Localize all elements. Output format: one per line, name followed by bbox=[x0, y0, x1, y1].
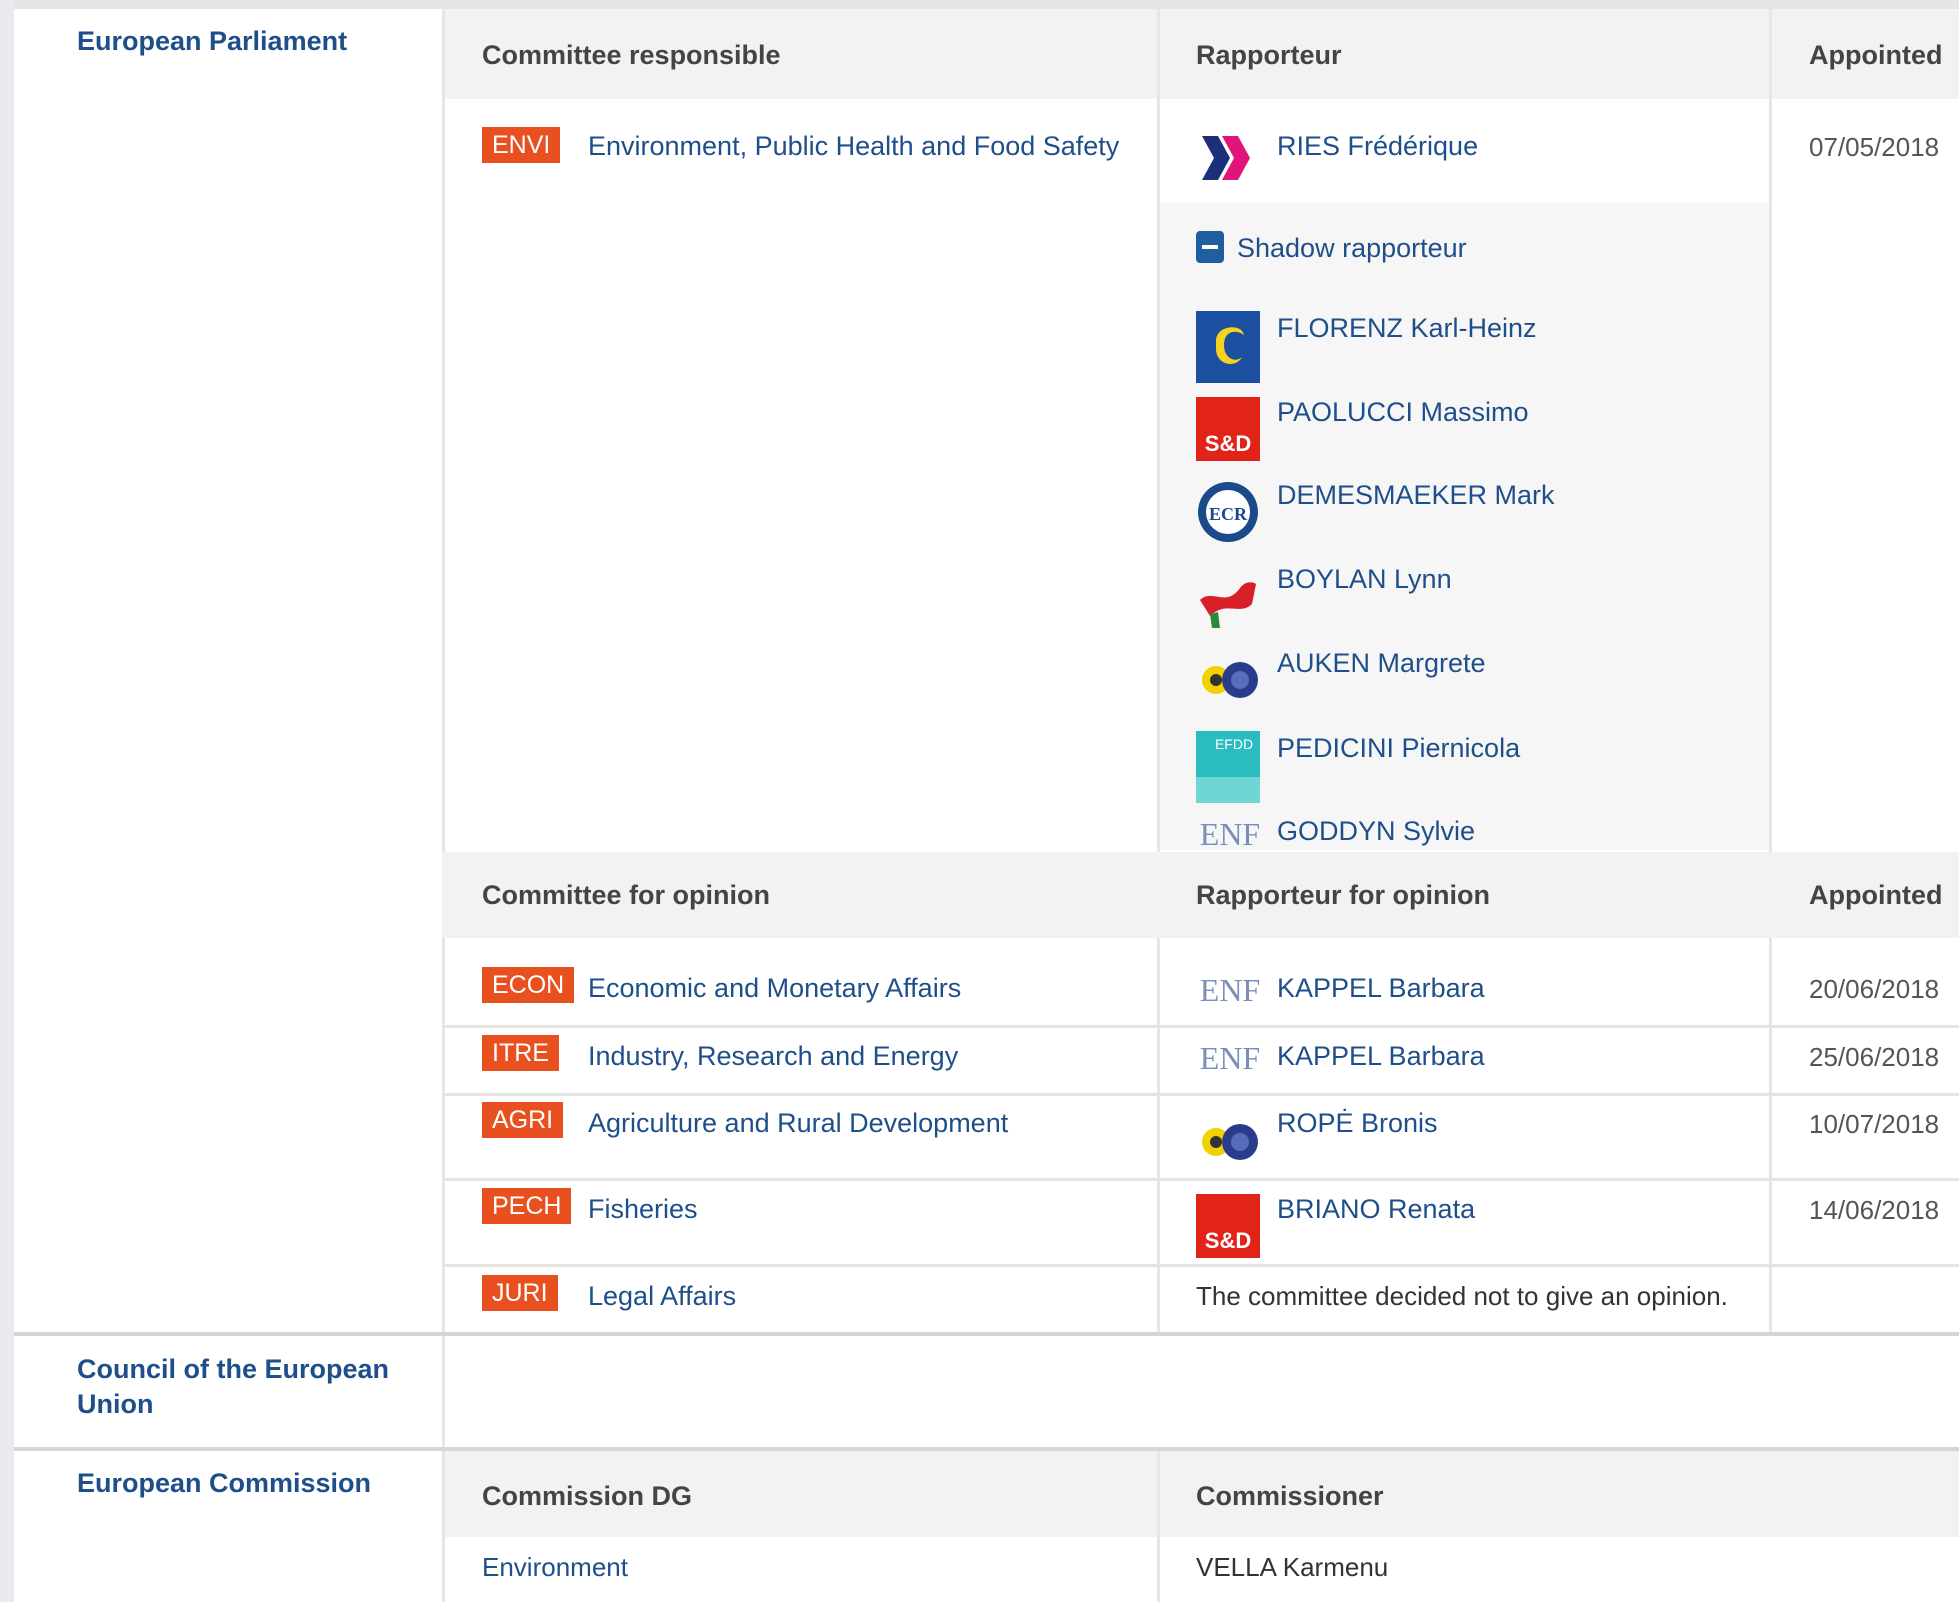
rapporteur-header: Rapporteur bbox=[1196, 40, 1342, 70]
opinion-committee-link[interactable]: Industry, Research and Energy bbox=[588, 1041, 958, 1072]
svg-text:ECR: ECR bbox=[1209, 504, 1248, 524]
committee-code-badge[interactable]: JURI bbox=[482, 1275, 558, 1311]
appointed-date: 14/06/2018 bbox=[1809, 1195, 1940, 1225]
appointed-date: 07/05/2018 bbox=[1809, 132, 1940, 162]
row-divider bbox=[442, 1093, 1959, 1096]
svg-text:ENF: ENF bbox=[1200, 972, 1260, 1008]
sd-group-icon: S&D bbox=[1196, 1194, 1260, 1258]
row-divider bbox=[442, 1264, 1959, 1267]
committee-code-badge[interactable]: AGRI bbox=[482, 1102, 564, 1138]
column-divider bbox=[1769, 9, 1772, 1334]
shadow-rapporteur-link[interactable]: AUKEN Margrete bbox=[1277, 648, 1486, 679]
epp-group-icon bbox=[1196, 311, 1260, 383]
svg-text:ENF: ENF bbox=[1200, 1040, 1260, 1076]
svg-text:S&D: S&D bbox=[1205, 1228, 1251, 1253]
greens-group-icon bbox=[1202, 662, 1258, 698]
opinion-committee-link[interactable]: Agriculture and Rural Development bbox=[588, 1108, 1008, 1139]
institution-council: Council of the European Union bbox=[77, 1354, 390, 1419]
section-divider bbox=[14, 1332, 1959, 1336]
committee-opinion-header: Committee for opinion bbox=[482, 880, 770, 910]
sd-group-icon: S&D bbox=[1196, 397, 1260, 461]
appointed-opinion-header: Appointed bbox=[1809, 880, 1943, 910]
commission-dg-link[interactable]: Environment bbox=[482, 1552, 628, 1583]
appointed-date: 20/06/2018 bbox=[1809, 974, 1940, 1004]
svg-text:S&D: S&D bbox=[1205, 431, 1251, 456]
committee-code-badge[interactable]: ECON bbox=[482, 967, 575, 1003]
committee-code-badge[interactable]: ENVI bbox=[482, 127, 561, 163]
opinion-rapporteur-link[interactable]: KAPPEL Barbara bbox=[1277, 1041, 1485, 1072]
appointed-date: 10/07/2018 bbox=[1809, 1109, 1940, 1139]
column-divider bbox=[1157, 1451, 1160, 1602]
opinion-committee-link[interactable]: Legal Affairs bbox=[588, 1281, 736, 1312]
commission-dg-header: Commission DG bbox=[482, 1481, 693, 1511]
rapporteur-opinion-header: Rapporteur for opinion bbox=[1196, 880, 1490, 910]
column-divider bbox=[442, 9, 445, 1602]
opinion-committee-link[interactable]: Economic and Monetary Affairs bbox=[588, 973, 961, 1004]
row-divider bbox=[442, 1025, 1959, 1028]
opinion-committee-link[interactable]: Fisheries bbox=[588, 1194, 698, 1225]
opinion-rapporteur-link[interactable]: BRIANO Renata bbox=[1277, 1194, 1475, 1225]
no-opinion-note: The committee decided not to give an opi… bbox=[1196, 1281, 1728, 1311]
opinion-rapporteur-link[interactable]: ROPĖ Bronis bbox=[1277, 1108, 1438, 1139]
committee-responsible-link[interactable]: Environment, Public Health and Food Safe… bbox=[588, 131, 1119, 162]
shadow-rapporteur-link[interactable]: PAOLUCCI Massimo bbox=[1277, 397, 1529, 428]
shadow-rapporteur-link[interactable]: GODDYN Sylvie bbox=[1277, 816, 1475, 847]
committee-code-badge[interactable]: ITRE bbox=[482, 1035, 559, 1071]
top-divider bbox=[14, 0, 1959, 9]
gue-group-icon bbox=[1200, 582, 1256, 628]
rapporteur-link[interactable]: RIES Frédérique bbox=[1277, 131, 1478, 162]
enf-group-icon: ENF bbox=[1200, 972, 1260, 1008]
opinion-rapporteur-link[interactable]: KAPPEL Barbara bbox=[1277, 973, 1485, 1004]
greens-group-icon bbox=[1202, 1124, 1258, 1160]
svg-text:EFDD: EFDD bbox=[1215, 736, 1253, 752]
efdd-group-icon: EFDD bbox=[1196, 731, 1260, 803]
renew-group-icon bbox=[1202, 136, 1250, 180]
enf-group-icon: ENF bbox=[1200, 816, 1260, 852]
ecr-group-icon: ECR bbox=[1198, 482, 1258, 542]
shadow-rapporteur-toggle[interactable]: Shadow rapporteur bbox=[1237, 233, 1467, 264]
appointed-date: 25/06/2018 bbox=[1809, 1042, 1940, 1072]
row-divider bbox=[442, 1178, 1959, 1181]
institution-commission: European Commission bbox=[77, 1468, 372, 1498]
appointed-header: Appointed bbox=[1809, 40, 1943, 70]
collapse-icon[interactable] bbox=[1196, 231, 1224, 263]
shadow-rapporteur-link[interactable]: DEMESMAEKER Mark bbox=[1277, 480, 1555, 511]
svg-text:ENF: ENF bbox=[1200, 816, 1260, 852]
committee-code-badge[interactable]: PECH bbox=[482, 1188, 572, 1224]
committee-responsible-header: Committee responsible bbox=[482, 40, 781, 70]
commissioner-name: VELLA Karmenu bbox=[1196, 1552, 1389, 1582]
shadow-rapporteur-link[interactable]: PEDICINI Piernicola bbox=[1277, 733, 1520, 764]
commissioner-header: Commissioner bbox=[1196, 1481, 1384, 1511]
shadow-rapporteur-link[interactable]: BOYLAN Lynn bbox=[1277, 564, 1452, 595]
institution-european-parliament: European Parliament bbox=[77, 26, 348, 56]
enf-group-icon: ENF bbox=[1200, 1040, 1260, 1076]
shadow-rapporteur-link[interactable]: FLORENZ Karl-Heinz bbox=[1277, 313, 1537, 344]
